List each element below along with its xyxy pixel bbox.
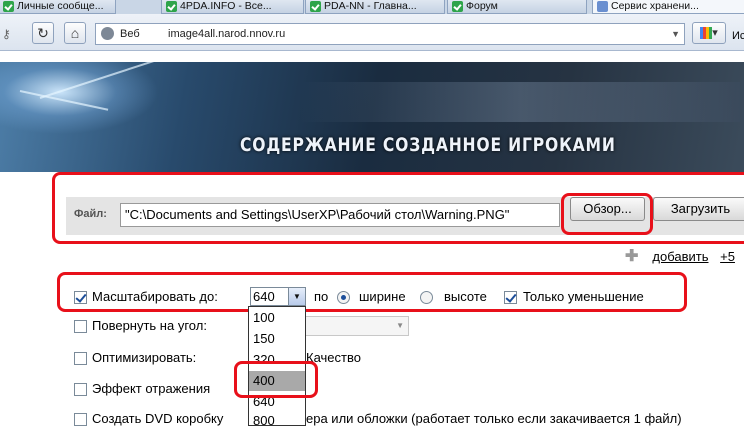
page-favicon-icon <box>597 1 608 12</box>
dvd-label: Создать DVD коробку <box>92 411 224 426</box>
search-engine-button[interactable]: ▾ <box>692 22 726 44</box>
address-bar[interactable]: Веб image4all.narod.nnov.ru ▼ <box>95 23 685 45</box>
size-option-800[interactable]: 800 <box>249 411 305 425</box>
reflection-label: Эффект отражения <box>92 381 211 396</box>
check-favicon-icon <box>166 1 177 12</box>
tab-4pda[interactable]: 4PDA.INFO - Все... <box>161 0 304 14</box>
check-favicon-icon <box>452 1 463 12</box>
url-text[interactable]: image4all.narod.nnov.ru <box>168 24 285 44</box>
file-label: Файл: <box>74 208 107 220</box>
add-file-row: ✚ добавить +5 <box>625 246 735 266</box>
home-button[interactable]: ⌂ <box>64 22 86 44</box>
banner-ships <box>300 82 740 122</box>
scale-label: Масштабировать до: <box>92 289 218 304</box>
shrink-only-label: Только уменьшение <box>523 289 644 304</box>
plus-icon: ✚ <box>625 248 639 265</box>
add-link[interactable]: добавить <box>652 249 708 264</box>
tab-label: Форум <box>466 0 498 12</box>
reload-button[interactable]: ↻ <box>32 22 54 44</box>
size-option-640[interactable]: 640 <box>249 392 305 412</box>
rotate-label: Повернуть на угол: <box>92 318 207 333</box>
upload-panel: Файл: "C:\Documents and Settings\UserXP\… <box>66 197 744 235</box>
rotate-checkbox[interactable] <box>74 320 87 333</box>
size-select-value: 640 <box>253 289 275 304</box>
upload-button[interactable]: Загрузить <box>653 197 744 221</box>
file-path-input[interactable]: "C:\Documents and Settings\UserXP\Рабочи… <box>120 203 560 227</box>
size-select[interactable]: 640 ▼ <box>250 287 306 306</box>
width-radio[interactable] <box>337 291 350 304</box>
shrink-only-checkbox[interactable] <box>504 291 517 304</box>
dvd-checkbox[interactable] <box>74 413 87 426</box>
chevron-down-icon[interactable]: ▼ <box>396 317 404 335</box>
size-option-320[interactable]: 320 <box>249 350 305 370</box>
size-option-100[interactable]: 100 <box>249 308 305 328</box>
address-label: Веб <box>120 28 140 40</box>
check-favicon-icon <box>3 1 14 12</box>
dvd-label-rest: ера или обложки (работает только если за… <box>306 411 682 426</box>
browser-toolbar: ⚷ ↻ ⌂ Веб image4all.narod.nnov.ru ▼ ▾ Ис <box>0 14 744 51</box>
tab-strip: Личные сообще... 4PDA.INFO - Все... PDA-… <box>0 0 744 14</box>
chevron-down-icon[interactable]: ▼ <box>288 288 305 305</box>
width-label: ширине <box>359 289 406 304</box>
banner-light-streak <box>39 62 155 99</box>
google-icon <box>700 27 713 40</box>
tab-personal-messages[interactable]: Личные сообще... <box>0 0 116 14</box>
tab-label: PDA-NN - Главна... <box>324 0 417 12</box>
tab-pda-nn[interactable]: PDA-NN - Главна... <box>305 0 445 14</box>
by-label: по <box>314 289 329 304</box>
optimize-label: Оптимизировать: <box>92 350 197 365</box>
browse-button[interactable]: Обзор... <box>570 197 645 221</box>
globe-icon <box>101 27 114 40</box>
reflection-checkbox[interactable] <box>74 383 87 396</box>
site-banner: СОДЕРЖАНИЕ СОЗДАННОЕ ИГРОКАМИ <box>0 62 744 172</box>
optimize-checkbox[interactable] <box>74 352 87 365</box>
tab-forum[interactable]: Форум <box>447 0 587 14</box>
tab-storage-service[interactable]: Сервис хранени... <box>592 0 744 14</box>
rotate-select[interactable]: ▼ <box>305 316 409 336</box>
tab-label: 4PDA.INFO - Все... <box>180 0 272 12</box>
add-five-link[interactable]: +5 <box>720 249 735 264</box>
key-icon[interactable]: ⚷ <box>2 27 11 41</box>
check-favicon-icon <box>310 1 321 12</box>
chevron-down-icon[interactable]: ▼ <box>671 24 680 44</box>
scale-checkbox[interactable] <box>74 291 87 304</box>
size-option-400[interactable]: 400 <box>249 371 305 391</box>
height-label: высоте <box>444 289 487 304</box>
height-radio[interactable] <box>420 291 433 304</box>
search-field-label[interactable]: Ис <box>732 30 744 42</box>
size-option-150[interactable]: 150 <box>249 329 305 349</box>
banner-title: СОДЕРЖАНИЕ СОЗДАННОЕ ИГРОКАМИ <box>240 134 616 156</box>
banner-light-streak <box>19 90 109 111</box>
size-dropdown-list[interactable]: 100 150 320 400 640 800 <box>248 306 306 426</box>
tab-label: Сервис хранени... <box>611 0 699 12</box>
tab-label: Личные сообще... <box>17 0 104 12</box>
quality-label: Качество <box>306 350 361 365</box>
